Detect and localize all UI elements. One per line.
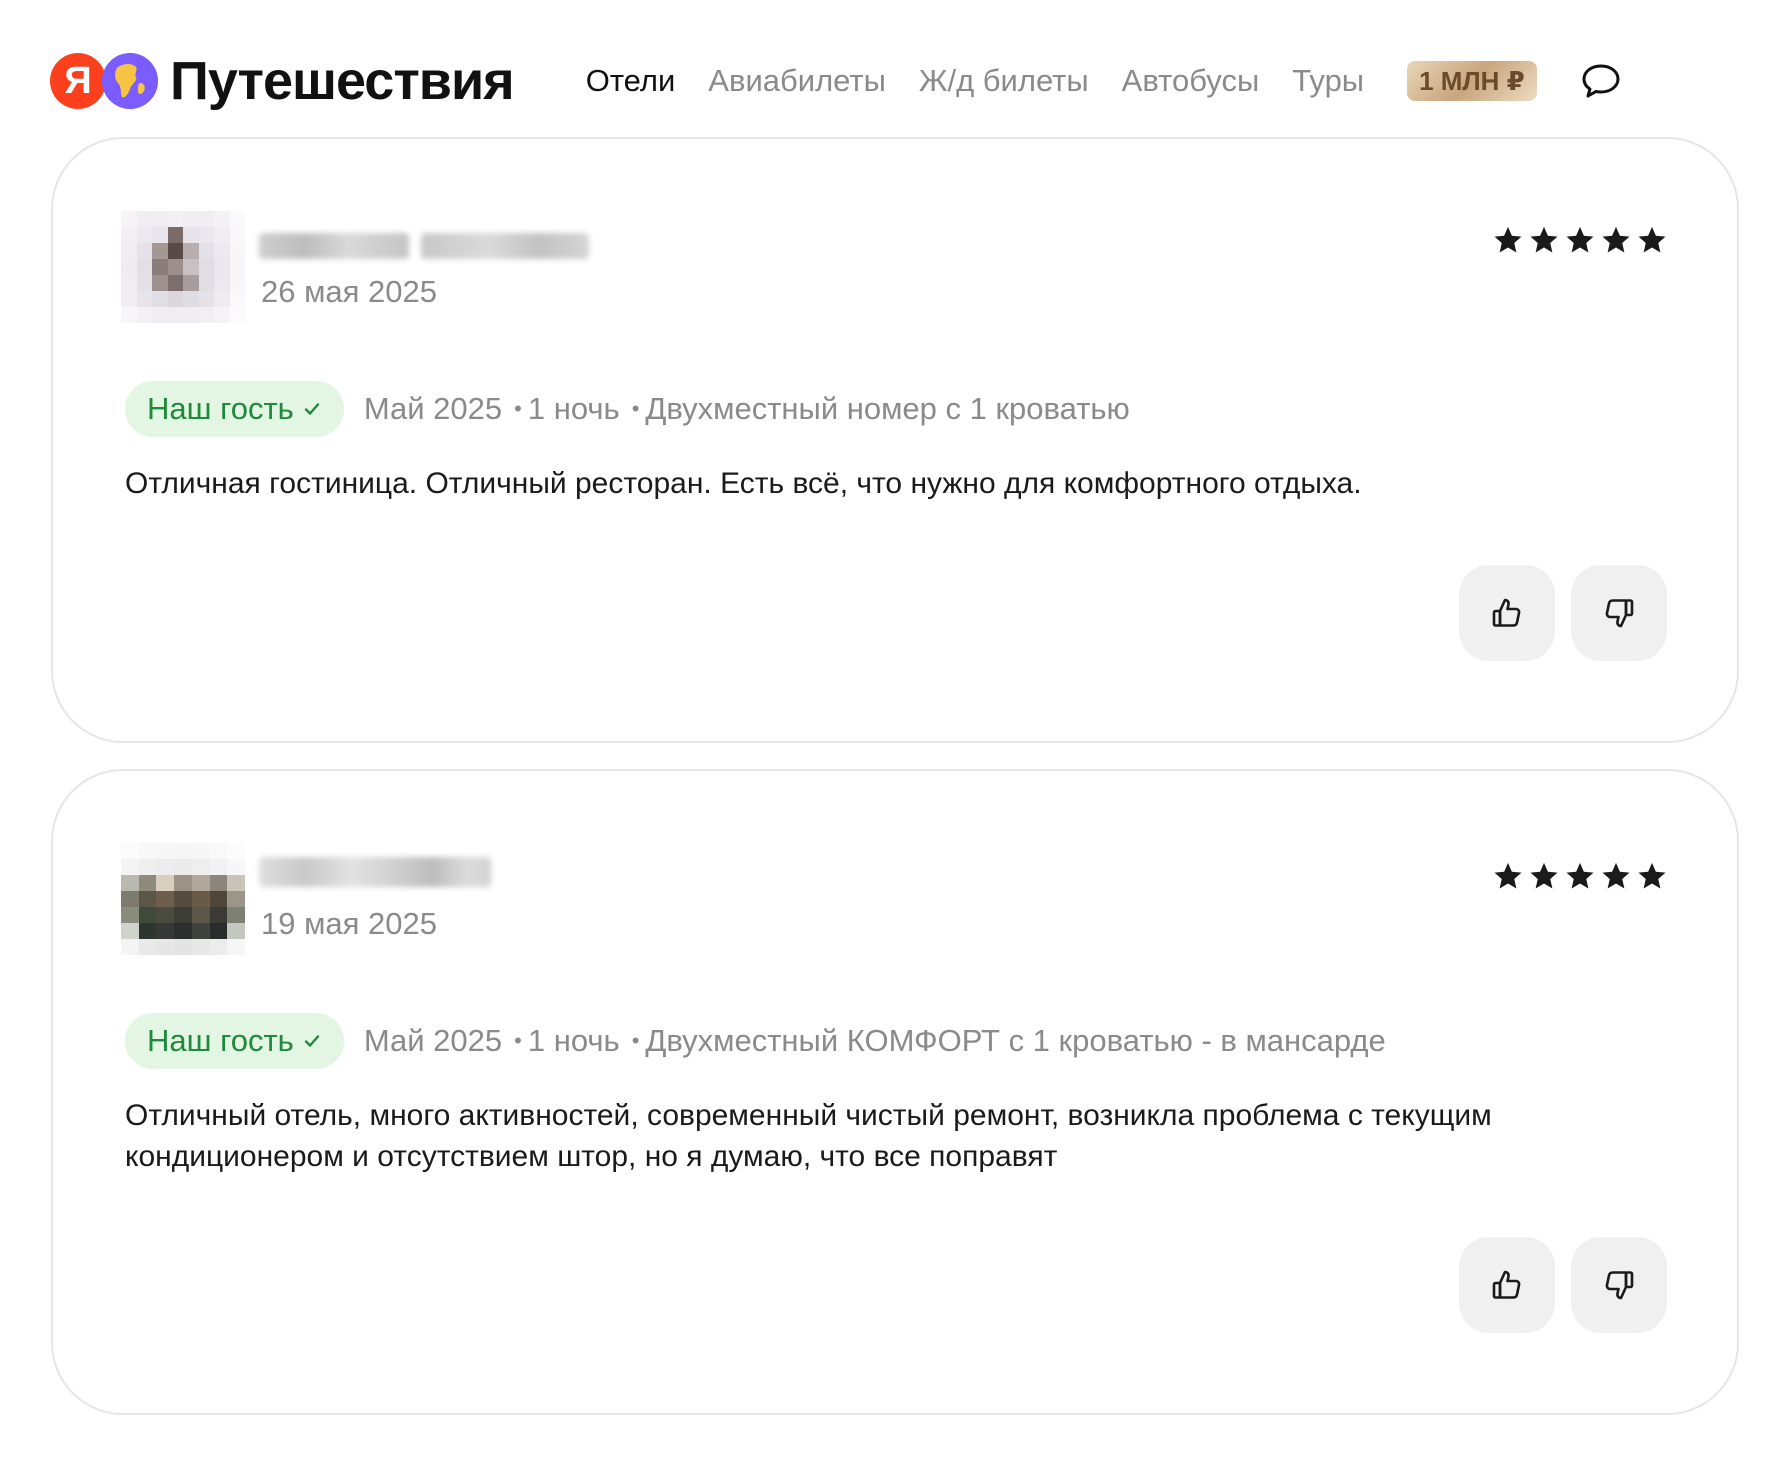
review-date: 19 мая 2025 bbox=[261, 906, 438, 941]
stay-month: Май 2025 bbox=[363, 391, 503, 426]
nav-tours[interactable]: Туры bbox=[1292, 63, 1364, 99]
star-icon bbox=[1566, 226, 1594, 253]
author-name-redacted[interactable] bbox=[259, 231, 589, 261]
chat-bubble-icon[interactable] bbox=[1579, 59, 1623, 103]
nav-buses[interactable]: Автобусы bbox=[1122, 63, 1260, 99]
stay-nights: 1 ночь bbox=[527, 1023, 620, 1058]
page: Я Путешествия Отели Авиабилеты Ж/д билет… bbox=[0, 0, 1780, 1482]
room-type: Двухместный номер с 1 кроватью bbox=[645, 391, 1130, 426]
separator-dot: • bbox=[631, 396, 640, 421]
nav-flights[interactable]: Авиабилеты bbox=[708, 63, 886, 99]
nav-hotels[interactable]: Отели bbox=[586, 63, 676, 99]
stay-month: Май 2025 bbox=[363, 1023, 503, 1058]
room-type: Двухместный КОМФОРТ с 1 кроватью - в ман… bbox=[645, 1023, 1386, 1058]
like-button[interactable] bbox=[1459, 565, 1555, 661]
guest-badge-label: Наш гость bbox=[147, 391, 294, 426]
dislike-button[interactable] bbox=[1571, 565, 1667, 661]
rating-stars bbox=[1493, 225, 1667, 255]
dislike-button[interactable] bbox=[1571, 1237, 1667, 1333]
vote-buttons bbox=[1459, 565, 1667, 661]
review-text: Отличный отель, много активностей, совре… bbox=[125, 1099, 1492, 1173]
review-text: Отличная гостиница. Отличный ресторан. Е… bbox=[125, 467, 1362, 500]
star-icon bbox=[1494, 862, 1522, 889]
logo-title: Путешествия bbox=[170, 51, 515, 111]
guest-badge-label: Наш гость bbox=[147, 1023, 294, 1058]
star-icon bbox=[1530, 862, 1558, 889]
separator-dot: • bbox=[631, 1028, 640, 1053]
avatar[interactable] bbox=[121, 211, 245, 323]
checkmark-icon bbox=[304, 403, 320, 415]
thumbs-down-icon bbox=[1605, 599, 1634, 628]
vote-buttons bbox=[1459, 1237, 1667, 1333]
star-icon bbox=[1530, 226, 1558, 253]
stay-nights: 1 ночь bbox=[527, 391, 620, 426]
separator-dot: • bbox=[514, 396, 522, 421]
star-icon bbox=[1602, 226, 1630, 253]
review-card: 26 мая 2025 Наш гость Май 2025 • 1 ночь … bbox=[51, 137, 1739, 743]
checkmark-icon bbox=[304, 1035, 320, 1047]
rating-stars bbox=[1493, 861, 1667, 891]
star-icon bbox=[1602, 862, 1630, 889]
thumbs-up-icon bbox=[1492, 1270, 1521, 1299]
stay-info: Наш гость Май 2025 • 1 ночь • Двухместны… bbox=[125, 1013, 1386, 1069]
avatar[interactable] bbox=[121, 843, 245, 955]
thumbs-down-icon bbox=[1605, 1271, 1634, 1300]
thumbs-up-icon bbox=[1492, 598, 1521, 627]
author-name-redacted[interactable] bbox=[259, 857, 491, 887]
main-nav: Отели Авиабилеты Ж/д билеты Автобусы Тур… bbox=[586, 63, 1397, 99]
separator-dot: • bbox=[514, 1028, 522, 1053]
stay-info: Наш гость Май 2025 • 1 ночь • Двухместны… bbox=[125, 381, 1130, 437]
logo[interactable]: Я Путешествия bbox=[50, 50, 515, 112]
like-button[interactable] bbox=[1459, 1237, 1555, 1333]
star-icon bbox=[1638, 862, 1666, 889]
yandex-logo-icon: Я bbox=[50, 53, 106, 109]
review-date: 26 мая 2025 bbox=[261, 274, 438, 309]
guest-badge[interactable]: Наш гость bbox=[125, 381, 344, 437]
nav-trains[interactable]: Ж/д билеты bbox=[919, 63, 1089, 99]
star-icon bbox=[1638, 226, 1666, 253]
header: Я Путешествия Отели Авиабилеты Ж/д билет… bbox=[50, 46, 1670, 116]
star-icon bbox=[1494, 226, 1522, 253]
review-card: 19 мая 2025 Наш гость Май 2025 • 1 ночь … bbox=[51, 769, 1739, 1415]
globe-logo-icon bbox=[102, 53, 158, 109]
promo-badge[interactable]: 1 МЛН ₽ bbox=[1407, 61, 1537, 101]
star-icon bbox=[1566, 862, 1594, 889]
guest-badge[interactable]: Наш гость bbox=[125, 1013, 344, 1069]
